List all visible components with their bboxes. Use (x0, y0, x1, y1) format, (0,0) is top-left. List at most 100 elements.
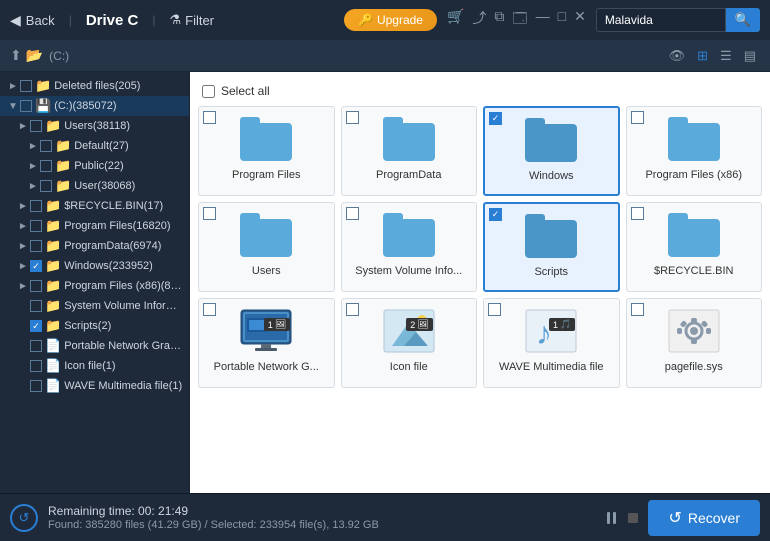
restore-icon[interactable]: 🗔 (512, 8, 527, 32)
grid-item-sysvolume[interactable]: System Volume Info... (341, 202, 478, 292)
grid-checkbox[interactable] (203, 303, 216, 316)
sidebar-item-wavefile[interactable]: 📄 WAVE Multimedia file(1) (0, 376, 189, 396)
grid-item-programfilesx86[interactable]: Program Files (x86) (626, 106, 763, 196)
separator: | (69, 13, 72, 27)
checkbox-sysvolume[interactable] (30, 300, 42, 312)
sidebar-item-sysvolume[interactable]: 📁 System Volume Informa... (0, 296, 189, 316)
pause-controls[interactable] (607, 512, 638, 524)
grid-checkbox[interactable]: ✓ (489, 208, 502, 221)
sidebar-item-recycle[interactable]: ► 📁 $RECYCLE.BIN(17) (0, 196, 189, 216)
iconfile-thumbnail: 2 🖼 (381, 305, 437, 357)
top-bar: ◀ Back | Drive C | ⚗ Filter 🔑 Upgrade 🛒 … (0, 0, 770, 40)
sidebar-item-programfiles[interactable]: ► 📁 Program Files(16820) (0, 216, 189, 236)
grid-item-windows[interactable]: ✓ Windows (483, 106, 620, 196)
search-button[interactable]: 🔍 (726, 8, 760, 32)
sidebar-item-cdrive[interactable]: ▼ 💾 (C:)(385072) (0, 96, 189, 116)
grid-checkbox[interactable] (488, 303, 501, 316)
grid-checkbox[interactable]: ✓ (489, 112, 502, 125)
pagefile-thumbnail (666, 305, 722, 357)
sidebar-item-programfilesx86[interactable]: ► 📁 Program Files (x86)(8918 (0, 276, 189, 296)
drive-icon: 💾 (35, 98, 51, 114)
preview-icon[interactable]: 👁 (665, 46, 690, 66)
item-label: Icon file(1) (64, 360, 115, 372)
item-label: Scripts(2) (64, 320, 111, 332)
checkbox-windows[interactable]: ✓ (30, 260, 42, 272)
checkbox-user38068[interactable] (40, 180, 52, 192)
grid-checkbox[interactable] (631, 303, 644, 316)
folder-icon: 📁 (35, 78, 51, 94)
sidebar-item-scripts[interactable]: ✓ 📁 Scripts(2) (0, 316, 189, 336)
select-all-checkbox[interactable] (202, 85, 215, 98)
grid-item-png[interactable]: 1 🖼 Portable Network G... (198, 298, 335, 388)
item-label: ProgramData(6974) (64, 240, 161, 252)
upgrade-button[interactable]: 🔑 Upgrade (344, 9, 437, 31)
checkbox-recycle[interactable] (30, 200, 42, 212)
grid-item-programdata[interactable]: ProgramData (341, 106, 478, 196)
sidebar-item-programdata[interactable]: ► 📁 ProgramData(6974) (0, 236, 189, 256)
grid-checkbox[interactable] (346, 207, 359, 220)
close-icon[interactable]: ✕ (574, 8, 586, 32)
recover-button[interactable]: ↺ Recover (648, 500, 760, 536)
checkbox-programdata[interactable] (30, 240, 42, 252)
detail-view-icon[interactable]: ▤ (740, 46, 760, 66)
checkbox-png[interactable] (30, 340, 42, 352)
recover-icon: ↺ (668, 508, 681, 528)
toggle-icon: ► (28, 161, 40, 172)
copy-icon[interactable]: ⧉ (494, 8, 504, 32)
share-icon[interactable]: ⤴ (472, 8, 486, 32)
filter-button[interactable]: ⚗ Filter (169, 12, 214, 28)
mountain-svg (382, 308, 436, 354)
checkbox-wavefile[interactable] (30, 380, 42, 392)
checkbox-programfiles[interactable] (30, 220, 42, 232)
checkbox-deleted[interactable] (20, 80, 32, 92)
grid-checkbox[interactable] (631, 207, 644, 220)
checkbox-programfilesx86[interactable] (30, 280, 42, 292)
grid-checkbox[interactable] (631, 111, 644, 124)
sidebar-item-users[interactable]: ► 📁 Users(38118) (0, 116, 189, 136)
list-view-icon[interactable]: ☰ (716, 46, 736, 66)
monitor-svg (239, 308, 293, 354)
grid-item-programfiles[interactable]: Program Files (198, 106, 335, 196)
grid-checkbox[interactable] (346, 303, 359, 316)
grid-item-users[interactable]: Users (198, 202, 335, 292)
nav-folder-icon[interactable]: 📂 (26, 47, 43, 64)
file-count-badge: 1 🖼 (264, 318, 290, 331)
checkbox-public[interactable] (40, 160, 52, 172)
toggle-icon: ► (18, 281, 30, 292)
item-label: Program Files(16820) (64, 220, 170, 232)
sidebar-item-iconfile[interactable]: 📄 Icon file(1) (0, 356, 189, 376)
cart-icon[interactable]: 🛒 (447, 8, 464, 32)
grid-container: Program Files ProgramData ✓ (198, 106, 762, 388)
sidebar-item-public[interactable]: ► 📁 Public(22) (0, 156, 189, 176)
back-button[interactable]: ◀ Back (10, 12, 55, 29)
nav-icons: ⬆ 📂 (10, 47, 43, 64)
view-icons: 👁 ⊞ ☰ ▤ (665, 46, 760, 66)
grid-checkbox[interactable] (346, 111, 359, 124)
grid-item-iconfile[interactable]: 2 🖼 Icon file (341, 298, 478, 388)
grid-view-icon[interactable]: ⊞ (693, 46, 712, 66)
checkbox-iconfile[interactable] (30, 360, 42, 372)
item-label: Users(38118) (64, 120, 130, 132)
minimize-icon[interactable]: — (536, 8, 550, 32)
checkbox-scripts[interactable]: ✓ (30, 320, 42, 332)
sidebar-item-png[interactable]: 📄 Portable Network Graph... (0, 336, 189, 356)
sidebar-item-windows[interactable]: ► ✓ 📁 Windows(233952) (0, 256, 189, 276)
checkbox-cdrive[interactable] (20, 100, 32, 112)
grid-item-scripts[interactable]: ✓ Scripts (483, 202, 620, 292)
checkbox-default[interactable] (40, 140, 52, 152)
nav-up-icon[interactable]: ⬆ (10, 47, 22, 64)
toggle-icon: ► (18, 121, 30, 132)
grid-checkbox[interactable] (203, 207, 216, 220)
sidebar-item-deleted[interactable]: ► 📁 Deleted files(205) (0, 76, 189, 96)
grid-item-pagefile[interactable]: pagefile.sys (626, 298, 763, 388)
search-input[interactable] (596, 8, 726, 32)
sidebar-item-default[interactable]: ► 📁 Default(27) (0, 136, 189, 156)
sidebar-item-user38068[interactable]: ► 📁 User(38068) (0, 176, 189, 196)
checkbox-users[interactable] (30, 120, 42, 132)
grid-item-recyclebin[interactable]: $RECYCLE.BIN (626, 202, 763, 292)
grid-checkbox[interactable] (203, 111, 216, 124)
maximize-icon[interactable]: □ (558, 8, 566, 32)
stop-button[interactable] (628, 513, 638, 523)
toolbar: ⬆ 📂 (C:) 👁 ⊞ ☰ ▤ (0, 40, 770, 72)
grid-item-wavefile[interactable]: ♪ 1 🎵 WAVE Multimedia file (483, 298, 620, 388)
